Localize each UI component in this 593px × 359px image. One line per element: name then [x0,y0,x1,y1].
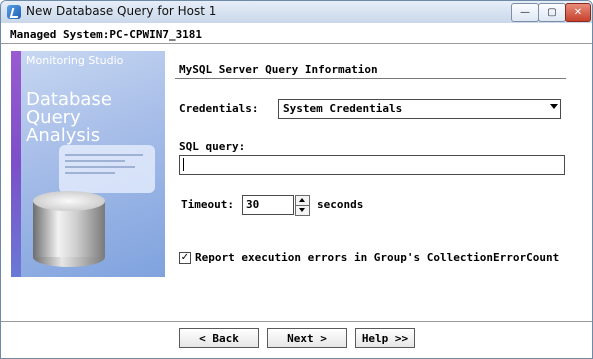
section-title: MySQL Server Query Information [179,63,378,76]
sql-query-label: SQL query: [179,140,246,153]
banner-stripe [11,51,21,277]
close-button[interactable]: ✕ [565,3,591,22]
sql-query-input[interactable] [179,155,565,175]
spin-down-icon[interactable] [295,205,310,216]
window-title: New Database Query for Host 1 [26,4,217,18]
banner-brand: Monitoring Studio [26,54,124,67]
checkmark-icon: ✓ [180,252,190,263]
timeout-unit: seconds [317,198,364,211]
chevron-down-icon [550,104,558,109]
title-bar: New Database Query for Host 1 — ▢ ✕ [1,1,592,24]
report-errors-label: Report execution errors in Group's Colle… [195,251,560,264]
database-cylinder-icon [33,191,105,267]
help-button[interactable]: Help >> [355,328,415,348]
wizard-banner-image: Monitoring Studio Database Query Analysi… [11,51,165,277]
credentials-value: System Credentials [283,102,403,115]
timeout-input[interactable]: 30 [242,195,294,215]
report-errors-checkbox[interactable]: ✓ [179,252,191,264]
dialog-content: Managed System:PC-CPWIN7_3181 Monitoring… [1,23,592,358]
maximize-icon: ▢ [547,7,557,18]
speech-bubble-graphic [59,145,155,193]
timeout-value: 30 [246,198,260,211]
credentials-select[interactable]: System Credentials [278,99,561,119]
text-caret [183,158,184,171]
app-icon [7,5,21,19]
timeout-label: Timeout: [181,198,234,211]
maximize-button[interactable]: ▢ [538,3,566,22]
dialog-window: New Database Query for Host 1 — ▢ ✕ Mana… [0,0,593,359]
footer-divider [1,321,592,322]
banner-headline-line1: Database Query [26,89,112,128]
close-icon: ✕ [573,7,583,18]
timeout-spinner[interactable] [295,195,310,216]
credentials-label: Credentials: [179,102,259,115]
minimize-icon: — [520,7,530,18]
minimize-button[interactable]: — [511,3,539,22]
next-button[interactable]: Next > [267,328,347,348]
header-divider [1,43,592,44]
banner-headline-line2: Analysis [26,125,101,146]
managed-system-label: Managed System:PC-CPWIN7_3181 [10,28,203,41]
section-divider [175,78,566,79]
banner-headline: Database Query Analysis [26,91,165,145]
back-button[interactable]: < Back [179,328,259,348]
